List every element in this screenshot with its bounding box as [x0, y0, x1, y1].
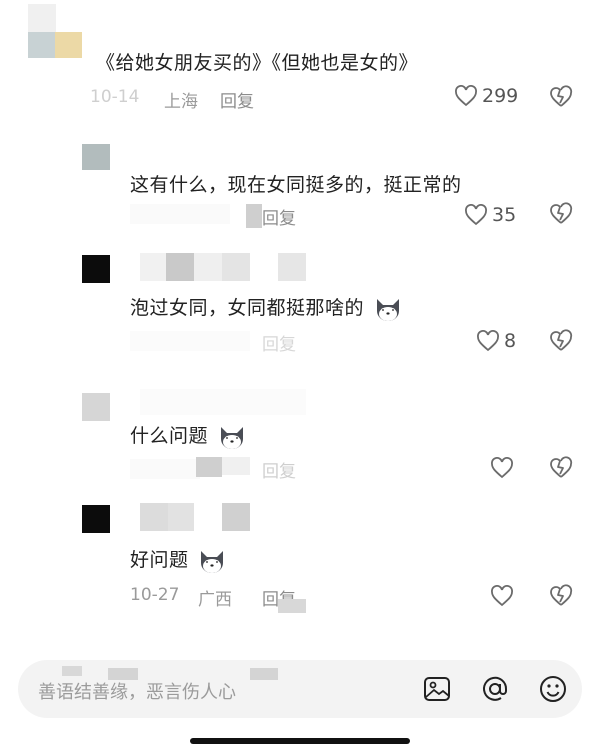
home-indicator — [190, 738, 410, 744]
heart-icon — [491, 457, 513, 479]
comment-text-content: 什么问题 — [130, 425, 209, 447]
reply-button[interactable]: 回复 — [220, 87, 254, 112]
avatar[interactable] — [82, 144, 110, 170]
dislike-button[interactable] — [548, 329, 574, 353]
dislike-button[interactable] — [548, 202, 574, 226]
avatar-part — [55, 32, 82, 58]
avatar[interactable] — [82, 505, 110, 533]
heart-icon — [465, 204, 487, 226]
at-icon[interactable] — [480, 674, 510, 704]
comment-text-content: 泡过女同，女同都挺那啥的 — [130, 297, 365, 319]
meta-blur — [130, 331, 250, 351]
meta-blur — [246, 204, 262, 228]
meta-blur — [222, 457, 250, 475]
meta-blur — [130, 204, 230, 224]
like-button[interactable]: 8 — [476, 330, 516, 352]
comment-text-content: 好问题 — [130, 549, 189, 571]
reply-button[interactable]: 回复 — [262, 457, 296, 482]
like-count: 299 — [482, 85, 519, 107]
name-blur — [222, 503, 250, 531]
comment-location: 上海 — [164, 92, 198, 112]
like-count: 8 — [504, 330, 517, 352]
like-count: 35 — [492, 204, 517, 226]
meta-blur — [196, 457, 222, 477]
broken-heart-icon — [550, 85, 573, 107]
input-blur — [62, 666, 82, 676]
meta-blur — [130, 459, 200, 479]
comment-text: 什么问题 — [130, 421, 247, 451]
name-blur — [166, 253, 194, 281]
comment-text: 这有什么，现在女同挺多的，挺正常的 — [130, 174, 462, 196]
name-blur — [140, 253, 166, 281]
dog-emoji — [376, 298, 399, 321]
image-icon[interactable] — [422, 674, 452, 704]
input-blur — [250, 668, 278, 680]
heart-icon — [477, 330, 499, 352]
name-blur — [140, 389, 306, 415]
dog-emoji — [220, 426, 243, 449]
name-blur — [278, 253, 306, 281]
reply-button[interactable]: 回复 — [262, 330, 296, 355]
like-button[interactable] — [490, 585, 518, 607]
like-button[interactable]: 35 — [464, 204, 516, 226]
dislike-button[interactable] — [548, 456, 574, 480]
comment-item: 好问题 10-27 广西 回复 — [0, 495, 600, 635]
avatar[interactable] — [82, 393, 110, 421]
comment-input-bar: 善语结善缘，恶言伤人心 — [18, 660, 582, 718]
comment-time: 10-27 — [130, 585, 180, 605]
comment-item: 泡过女同，女同都挺那啥的 回复 8 — [0, 235, 600, 365]
dislike-button[interactable] — [548, 85, 574, 109]
dog-emoji — [201, 550, 224, 573]
avatar[interactable] — [28, 32, 55, 58]
broken-heart-icon — [550, 202, 573, 224]
name-blur — [222, 253, 250, 281]
name-blur — [140, 503, 168, 531]
comment-item: 这有什么，现在女同挺多的，挺正常的 回复 35 — [0, 120, 600, 235]
comment-input[interactable]: 善语结善缘，恶言伤人心 — [38, 678, 236, 704]
comment-text: 好问题 — [130, 545, 227, 575]
avatar[interactable] — [28, 4, 56, 32]
reply-button[interactable]: 回复 — [262, 204, 296, 229]
comment-item: 《给她女朋友买的》《但她也是女的》 10-14 上海 回复 299 — [0, 0, 600, 120]
emoji-icon[interactable] — [538, 674, 568, 704]
heart-icon — [455, 85, 477, 107]
broken-heart-icon — [550, 329, 573, 351]
comment-text: 《给她女朋友买的》《但她也是女的》 — [96, 52, 419, 74]
comment-item: 什么问题 回复 — [0, 365, 600, 495]
comment-time: 10-14 — [90, 87, 140, 107]
comment-text: 泡过女同，女同都挺那啥的 — [130, 293, 403, 323]
like-button[interactable] — [490, 457, 518, 479]
broken-heart-icon — [550, 456, 573, 478]
like-button[interactable]: 299 — [454, 85, 518, 107]
avatar[interactable] — [82, 255, 110, 283]
broken-heart-icon — [550, 584, 573, 606]
name-blur — [168, 503, 194, 531]
comment-location: 广西 — [198, 590, 232, 610]
meta-blur — [278, 599, 306, 613]
dislike-button[interactable] — [548, 584, 574, 608]
heart-icon — [491, 585, 513, 607]
name-blur — [194, 253, 222, 281]
